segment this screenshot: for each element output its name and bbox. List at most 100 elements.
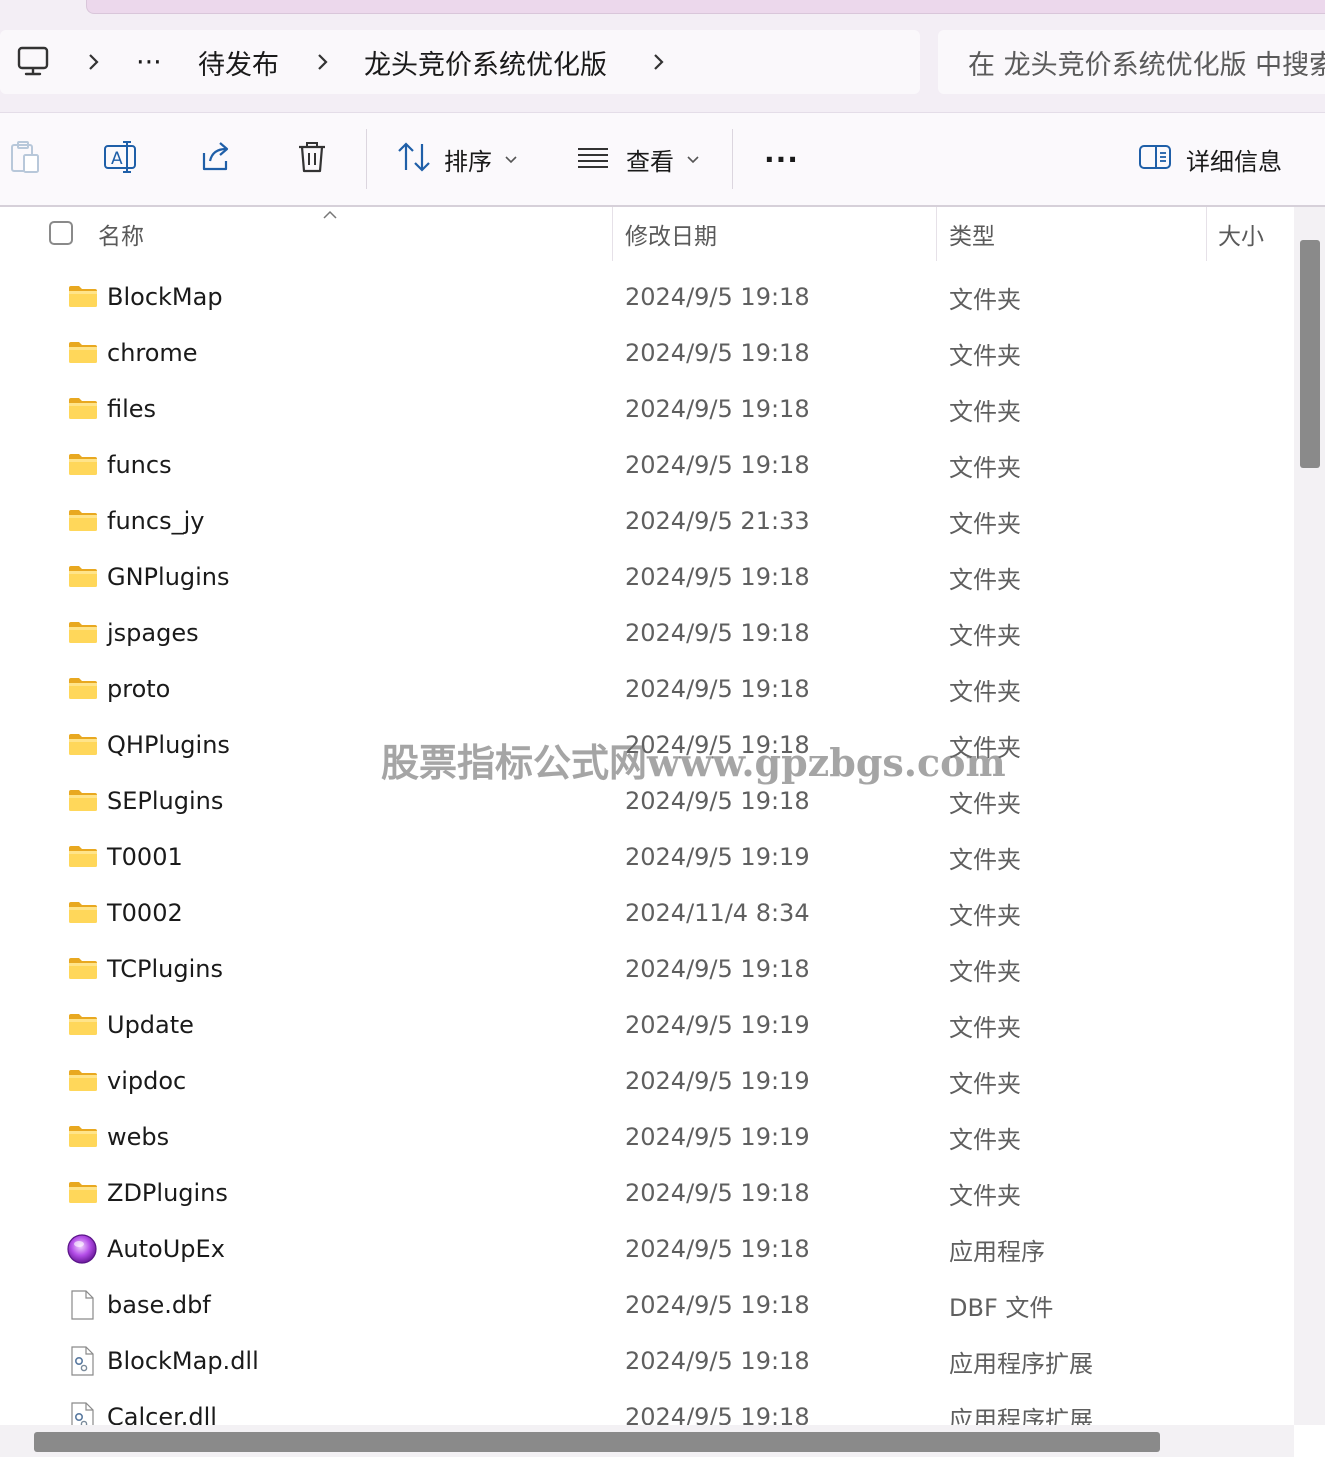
table-row[interactable]: AutoUpEx 2024/9/5 19:18 应用程序 (0, 1221, 1294, 1277)
folder-icon (67, 1178, 99, 1208)
address-bar[interactable]: ··· 待发布 龙头竞价系统优化版 (0, 30, 920, 94)
breadcrumb-overflow[interactable]: ··· (136, 30, 162, 94)
window-tab[interactable] (86, 0, 1325, 14)
file-name[interactable]: ZDPlugins (107, 1165, 228, 1221)
file-name[interactable]: T0001 (107, 829, 183, 885)
folder-icon (67, 282, 99, 312)
file-modified-date: 2024/9/5 19:18 (625, 955, 810, 983)
search-input[interactable]: 在 龙头竞价系统优化版 中搜索 (938, 30, 1325, 94)
table-row[interactable]: funcs_jy 2024/9/5 21:33 文件夹 (0, 493, 1294, 549)
file-type: 文件夹 (949, 1125, 1021, 1154)
file-name[interactable]: funcs_jy (107, 493, 204, 549)
table-row[interactable]: vipdoc 2024/9/5 19:19 文件夹 (0, 1053, 1294, 1109)
file-name[interactable]: files (107, 381, 156, 437)
file-type: 文件夹 (949, 621, 1021, 650)
details-pane-button[interactable]: 详细信息 (1138, 113, 1282, 205)
column-header-name[interactable]: 名称 (98, 207, 144, 261)
sort-icon (396, 140, 432, 178)
chevron-right-icon[interactable] (651, 30, 667, 94)
chevron-right-icon[interactable] (86, 30, 102, 94)
table-row[interactable]: ZDPlugins 2024/9/5 19:18 文件夹 (0, 1165, 1294, 1221)
chevron-down-icon (504, 150, 518, 169)
view-label: 查看 (626, 147, 674, 176)
table-row[interactable]: T0002 2024/11/4 8:34 文件夹 (0, 885, 1294, 941)
paste-button[interactable] (8, 113, 42, 205)
file-name[interactable]: GNPlugins (107, 549, 230, 605)
column-divider[interactable] (936, 207, 937, 261)
table-row[interactable]: chrome 2024/9/5 19:18 文件夹 (0, 325, 1294, 381)
view-button[interactable]: 查看 (576, 113, 700, 205)
file-name[interactable]: funcs (107, 437, 172, 493)
column-header-row: 名称 修改日期 类型 大小 (0, 207, 1294, 261)
file-name[interactable]: vipdoc (107, 1053, 186, 1109)
table-row[interactable]: SEPlugins 2024/9/5 19:18 文件夹 (0, 773, 1294, 829)
breadcrumb-item[interactable]: 待发布 (198, 30, 279, 94)
table-row[interactable]: proto 2024/9/5 19:18 文件夹 (0, 661, 1294, 717)
file-name[interactable]: TCPlugins (107, 941, 223, 997)
folder-icon (67, 954, 99, 984)
table-row[interactable]: base.dbf 2024/9/5 19:18 DBF 文件 (0, 1277, 1294, 1333)
file-name[interactable]: QHPlugins (107, 717, 230, 773)
table-row[interactable]: funcs 2024/9/5 19:18 文件夹 (0, 437, 1294, 493)
delete-button[interactable] (294, 113, 330, 205)
file-modified-date: 2024/9/5 19:18 (625, 1235, 810, 1263)
file-name[interactable]: BlockMap.dll (107, 1333, 259, 1389)
table-row[interactable]: TCPlugins 2024/9/5 19:18 文件夹 (0, 941, 1294, 997)
clipboard-icon (8, 139, 42, 179)
horizontal-scroll-thumb[interactable] (34, 1432, 1160, 1452)
column-header-date[interactable]: 修改日期 (625, 207, 717, 261)
rename-button[interactable]: A (102, 113, 138, 205)
file-name[interactable]: AutoUpEx (107, 1221, 225, 1277)
share-button[interactable] (198, 113, 234, 205)
table-row[interactable]: BlockMap 2024/9/5 19:18 文件夹 (0, 269, 1294, 325)
sort-label: 排序 (444, 147, 492, 176)
file-name[interactable]: webs (107, 1109, 169, 1165)
table-row[interactable]: Update 2024/9/5 19:19 文件夹 (0, 997, 1294, 1053)
file-type: 文件夹 (949, 341, 1021, 370)
file-type: 文件夹 (949, 1069, 1021, 1098)
table-row[interactable]: files 2024/9/5 19:18 文件夹 (0, 381, 1294, 437)
file-name[interactable]: base.dbf (107, 1277, 211, 1333)
file-type: 文件夹 (949, 397, 1021, 426)
folder-icon (67, 1066, 99, 1096)
file-modified-date: 2024/9/5 19:18 (625, 787, 810, 815)
more-options-button[interactable]: ··· (764, 113, 799, 205)
scroll-corner (1294, 1425, 1325, 1457)
select-all-checkbox[interactable] (49, 221, 73, 245)
file-modified-date: 2024/9/5 19:18 (625, 619, 810, 647)
table-row[interactable]: BlockMap.dll 2024/9/5 19:18 应用程序扩展 (0, 1333, 1294, 1389)
folder-icon (67, 1010, 99, 1040)
file-name[interactable]: BlockMap (107, 269, 223, 325)
file-name[interactable]: Update (107, 997, 194, 1053)
dll-icon (67, 1402, 99, 1425)
table-row[interactable]: QHPlugins 2024/9/5 19:18 文件夹 (0, 717, 1294, 773)
file-name[interactable]: proto (107, 661, 170, 717)
column-header-type[interactable]: 类型 (949, 207, 995, 261)
file-name[interactable]: jspages (107, 605, 199, 661)
column-divider[interactable] (612, 207, 613, 261)
file-type: 文件夹 (949, 1013, 1021, 1042)
file-name[interactable]: T0002 (107, 885, 183, 941)
file-type: 文件夹 (949, 789, 1021, 818)
view-list-icon (576, 142, 610, 176)
sort-button[interactable]: 排序 (396, 113, 518, 205)
vertical-scroll-thumb[interactable] (1300, 240, 1320, 468)
table-row[interactable]: GNPlugins 2024/9/5 19:18 文件夹 (0, 549, 1294, 605)
chevron-down-icon (686, 150, 700, 169)
file-type: 文件夹 (949, 285, 1021, 314)
table-row[interactable]: jspages 2024/9/5 19:18 文件夹 (0, 605, 1294, 661)
this-pc-icon[interactable] (16, 30, 50, 94)
folder-icon (67, 842, 99, 872)
file-modified-date: 2024/9/5 19:18 (625, 675, 810, 703)
file-name[interactable]: Calcer.dll (107, 1389, 217, 1425)
file-name[interactable]: chrome (107, 325, 198, 381)
breadcrumb-current[interactable]: 龙头竞价系统优化版 (364, 30, 607, 94)
table-row[interactable]: T0001 2024/9/5 19:19 文件夹 (0, 829, 1294, 885)
table-row[interactable]: webs 2024/9/5 19:19 文件夹 (0, 1109, 1294, 1165)
chevron-right-icon[interactable] (315, 30, 331, 94)
file-name[interactable]: SEPlugins (107, 773, 223, 829)
column-divider[interactable] (1206, 207, 1207, 261)
toolbar-divider (732, 129, 733, 189)
table-row[interactable]: Calcer.dll 2024/9/5 19:18 应用程序扩展 (0, 1389, 1294, 1425)
column-header-size[interactable]: 大小 (1218, 207, 1264, 261)
